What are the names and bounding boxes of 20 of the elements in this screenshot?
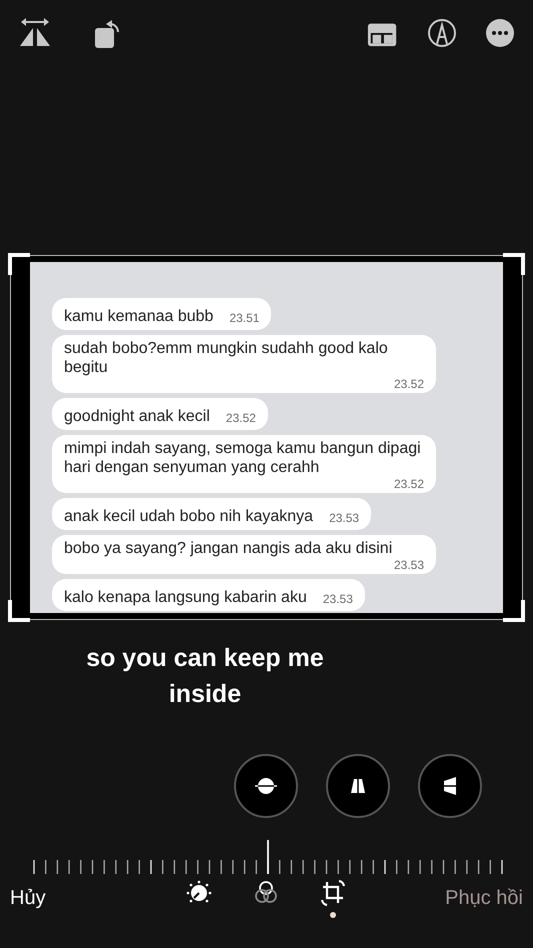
message-text: sudah bobo?emm mungkin sudahh good kalo begitu bbox=[64, 339, 389, 377]
message-time: 23.51 bbox=[229, 311, 260, 325]
message-text: kamu kemanaa bubb bbox=[64, 307, 214, 326]
message-time: 23.52 bbox=[394, 377, 424, 391]
message-text: bobo ya sayang? jangan nangis ada aku disini bbox=[64, 539, 394, 558]
message-time: 23.53 bbox=[329, 511, 360, 525]
message-time: 23.52 bbox=[226, 411, 256, 425]
message-time: 23.52 bbox=[394, 477, 424, 491]
message-time: 23.53 bbox=[394, 558, 424, 572]
message-text: goodnight anak kecil bbox=[64, 407, 210, 426]
message-text: kalo kenapa langsung kabarin aku bbox=[64, 588, 307, 607]
more-icon[interactable] bbox=[483, 16, 517, 50]
message-text: anak kecil udah bobo nih kayaknya bbox=[64, 507, 314, 526]
caption-text: so you can keep me inside bbox=[86, 643, 324, 710]
message-text: mimpi indah sayang, semoga kamu bangun dipagi hari dengan senyuman yang cerahh bbox=[64, 439, 422, 477]
crop-frame[interactable] bbox=[10, 255, 523, 620]
markup-icon[interactable] bbox=[425, 16, 459, 50]
message-time: 23.53 bbox=[322, 592, 353, 606]
revert-button[interactable]: Phục hồi bbox=[445, 878, 523, 913]
cancel-button[interactable]: Hủy bbox=[10, 878, 46, 913]
